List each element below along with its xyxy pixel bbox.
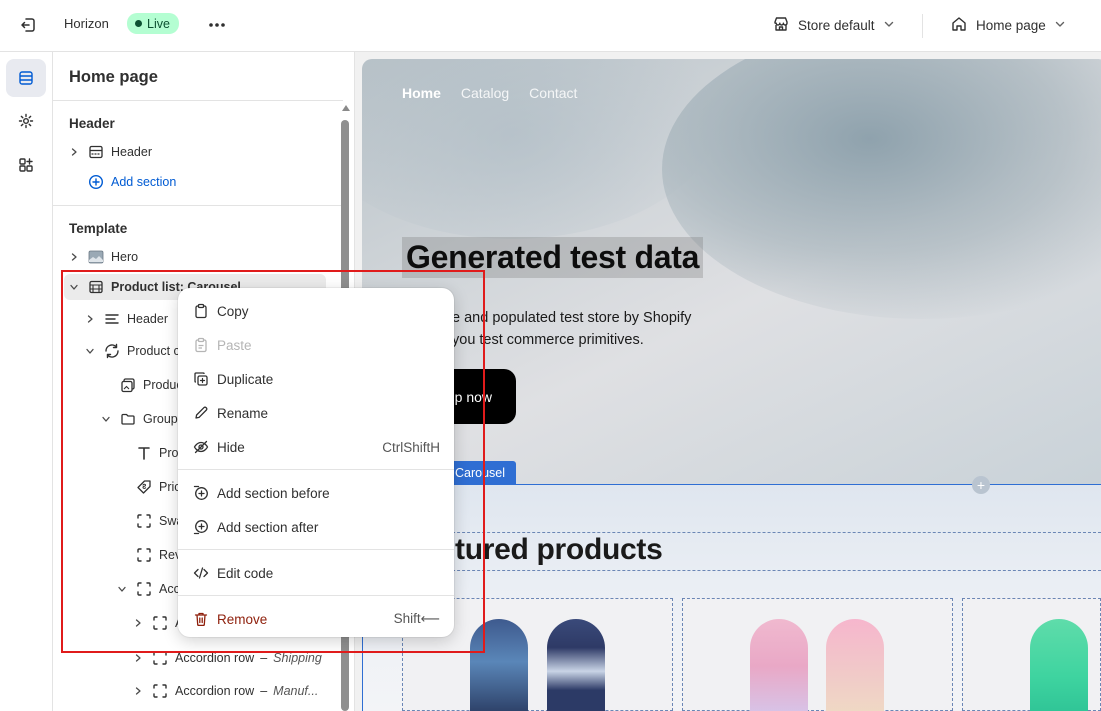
tree-item-hero[interactable]: Hero [67, 244, 138, 270]
block-outline [402, 570, 1101, 571]
header-section-icon [87, 143, 105, 161]
nav-link-catalog[interactable]: Catalog [461, 85, 509, 101]
status-badge: Live [127, 13, 179, 34]
apps-icon[interactable] [6, 146, 46, 184]
scroll-up-arrow-icon[interactable] [342, 105, 350, 111]
product-card[interactable] [682, 598, 953, 711]
snowboard-image [750, 619, 808, 711]
tree-item-detail: Manuf... [273, 684, 319, 698]
chevron-right-icon[interactable] [67, 145, 81, 159]
tree-item-label: Accordion row [175, 651, 255, 665]
sidebar-divider [53, 205, 343, 206]
left-rail [0, 52, 53, 711]
hero-background-image [662, 59, 1101, 319]
tree-item-accordion-row-manufacturing[interactable]: Accordion row – Manuf... [131, 678, 318, 704]
product-card[interactable] [962, 598, 1101, 711]
nav-link-contact[interactable]: Contact [529, 85, 577, 101]
nav-link-home[interactable]: Home [402, 85, 441, 101]
sidebar-title: Home page [69, 68, 158, 86]
add-section-button[interactable]: Add section [87, 169, 176, 195]
block-placeholder-icon [151, 682, 169, 700]
snowboard-image [1030, 619, 1088, 711]
plus-circle-icon [87, 173, 105, 191]
header-group-heading: Header [69, 116, 115, 131]
status-badge-label: Live [147, 16, 170, 31]
page-selector-label: Home page [976, 17, 1046, 33]
tree-item-label: Hero [111, 250, 139, 264]
tree-item-label: Header [111, 145, 152, 159]
tree-item-header[interactable]: Header [67, 139, 152, 165]
tree-item-separator: – [260, 684, 268, 698]
snowboard-image [547, 619, 605, 711]
hero-subtext-line: you test commerce primitives. [452, 332, 644, 348]
store-icon [772, 15, 790, 36]
tree-item-detail: Shipping [273, 651, 322, 665]
tree-item-separator: – [260, 651, 268, 665]
home-icon [950, 15, 968, 36]
settings-gear-icon[interactable] [6, 102, 46, 140]
theme-name: Horizon [64, 16, 109, 31]
live-dot-icon [135, 20, 142, 27]
page-selector[interactable]: Home page [950, 14, 1066, 36]
chevron-right-icon[interactable] [67, 250, 81, 264]
store-selector-label: Store default [798, 17, 875, 33]
sidebar-divider [53, 100, 343, 101]
add-section-label: Add section [111, 175, 177, 189]
add-section-plus-icon[interactable]: + [972, 476, 990, 494]
template-group-heading: Template [69, 221, 128, 236]
highlight-box [61, 270, 485, 653]
chevron-right-icon[interactable] [131, 684, 145, 698]
chevron-right-icon[interactable] [131, 651, 145, 665]
snowboard-image [826, 619, 884, 711]
more-actions-icon[interactable] [206, 14, 228, 36]
chevron-down-icon [1054, 18, 1066, 33]
chevron-down-icon [883, 18, 895, 33]
hero-subtext[interactable]: e and populated test store by Shopify yo… [452, 307, 752, 351]
storefront-nav: Home Catalog Contact [402, 85, 577, 101]
featured-products-title[interactable]: tured products [455, 533, 663, 567]
tree-item-label: Accordion row [175, 684, 255, 698]
sections-icon[interactable] [6, 59, 46, 97]
exit-icon[interactable] [17, 14, 39, 36]
topbar-divider [922, 14, 923, 38]
top-bar: Horizon Live Store default Home page [0, 0, 1101, 52]
store-selector[interactable]: Store default [772, 14, 895, 36]
image-thumbnail-icon [87, 248, 105, 266]
hero-subtext-line: e and populated test store by Shopify [452, 310, 692, 326]
